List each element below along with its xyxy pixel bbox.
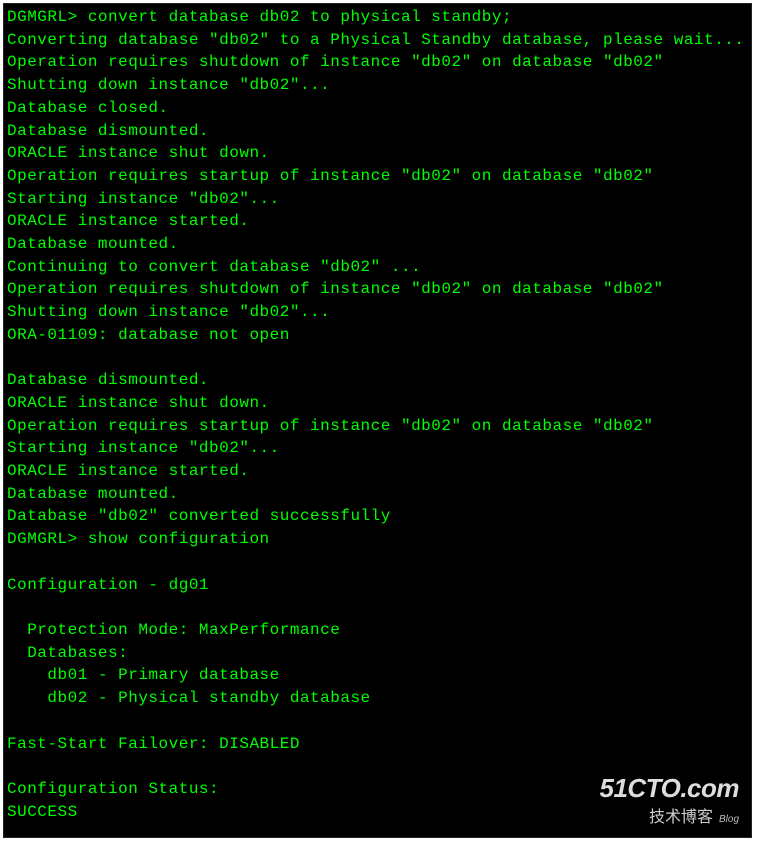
terminal-line: Starting instance "db02"... [7, 437, 748, 460]
terminal-line [7, 551, 748, 574]
terminal-line: ORACLE instance started. [7, 460, 748, 483]
terminal-line: Operation requires startup of instance "… [7, 165, 748, 188]
terminal-line [7, 755, 748, 778]
terminal-line: Converting database "db02" to a Physical… [7, 29, 748, 52]
terminal-line: Shutting down instance "db02"... [7, 74, 748, 97]
terminal-line: ORACLE instance shut down. [7, 142, 748, 165]
terminal-line: Operation requires startup of instance "… [7, 415, 748, 438]
terminal-line: Operation requires shutdown of instance … [7, 51, 748, 74]
terminal-line: Configuration Status: [7, 778, 748, 801]
terminal-line: ORA-01109: database not open [7, 324, 748, 347]
terminal-line: ORACLE instance started. [7, 210, 748, 233]
terminal-line [7, 347, 748, 370]
terminal-line: Configuration - dg01 [7, 574, 748, 597]
terminal-line: Continuing to convert database "db02" ..… [7, 256, 748, 279]
terminal-line: Database dismounted. [7, 369, 748, 392]
terminal-line: ORACLE instance shut down. [7, 392, 748, 415]
terminal-line: SUCCESS [7, 801, 748, 824]
terminal-window[interactable]: DGMGRL> convert database db02 to physica… [3, 3, 752, 838]
terminal-output: DGMGRL> convert database db02 to physica… [7, 6, 748, 823]
terminal-line [7, 596, 748, 619]
terminal-line: Operation requires shutdown of instance … [7, 278, 748, 301]
blank-line [7, 823, 748, 838]
terminal-line: Fast-Start Failover: DISABLED [7, 733, 748, 756]
terminal-line: Database mounted. [7, 483, 748, 506]
terminal-line: Database closed. [7, 97, 748, 120]
terminal-line: Database mounted. [7, 233, 748, 256]
terminal-line: Database "db02" converted successfully [7, 505, 748, 528]
terminal-line [7, 710, 748, 733]
terminal-line: Protection Mode: MaxPerformance [7, 619, 748, 642]
terminal-line: Databases: [7, 642, 748, 665]
terminal-line: DGMGRL> convert database db02 to physica… [7, 6, 748, 29]
terminal-line: Starting instance "db02"... [7, 188, 748, 211]
terminal-line: Database dismounted. [7, 120, 748, 143]
terminal-line: db02 - Physical standby database [7, 687, 748, 710]
terminal-line: Shutting down instance "db02"... [7, 301, 748, 324]
terminal-line: db01 - Primary database [7, 664, 748, 687]
terminal-line: DGMGRL> show configuration [7, 528, 748, 551]
